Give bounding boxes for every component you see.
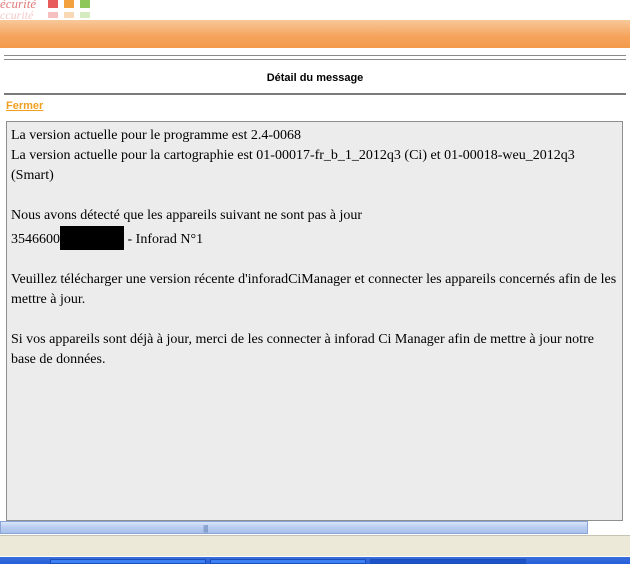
- logo-square-orange: [64, 0, 74, 8]
- header-banner: [0, 20, 630, 48]
- logo-square-green-faded: [80, 12, 90, 18]
- horizontal-scrollbar[interactable]: ||||: [0, 521, 588, 534]
- device-serial-prefix: 3546600: [11, 232, 60, 247]
- message-line: Nous avons détecté que les appareils sui…: [11, 208, 363, 223]
- logo-square-orange-faded: [64, 12, 74, 18]
- message-line: La version actuelle pour le programme es…: [11, 128, 302, 143]
- message-box[interactable]: La version actuelle pour le programme es…: [6, 121, 623, 521]
- close-link[interactable]: Fermer: [6, 100, 43, 112]
- logo-square-green: [80, 0, 90, 8]
- device-line: 3546600 - Inforad N°1: [11, 226, 618, 250]
- title-underline: [4, 93, 626, 95]
- message-line: Veuillez télécharger une version récente…: [11, 272, 617, 307]
- status-bar: [0, 535, 630, 556]
- logo-square-red-faded: [48, 12, 58, 18]
- device-name: - Inforad N°1: [124, 232, 204, 247]
- logo-square-red: [48, 0, 58, 8]
- divider: [4, 55, 626, 56]
- redacted-block: [60, 226, 124, 250]
- message-line: Si vos appareils sont déjà à jour, merci…: [11, 332, 594, 367]
- logo-area: écurité ccurité: [0, 0, 630, 22]
- divider: [4, 59, 626, 60]
- message-line: La version actuelle pour la cartographie…: [11, 148, 575, 183]
- scrollbar-grip-icon[interactable]: ||||: [203, 524, 208, 533]
- taskbar-button[interactable]: [50, 559, 206, 564]
- page-title: Détail du message: [266, 72, 364, 84]
- taskbar-button[interactable]: [370, 559, 526, 564]
- taskbar-button[interactable]: [210, 559, 366, 564]
